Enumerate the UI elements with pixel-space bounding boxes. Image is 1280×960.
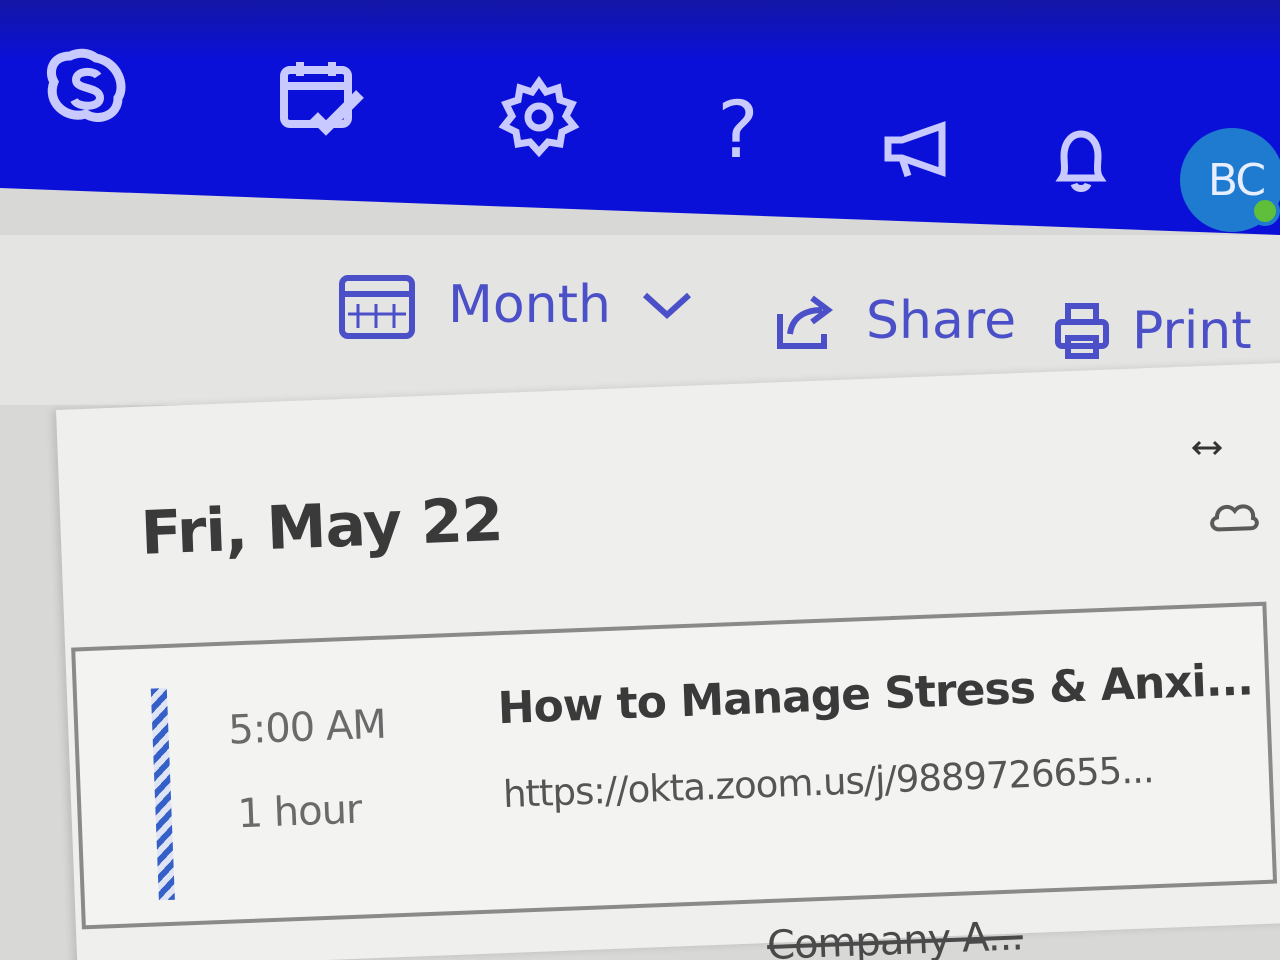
print-label: Print [1132,301,1252,361]
agenda-panel: Fri, May 22 5:00 AM 1 hour How to Manage… [56,362,1280,960]
share-label: Share [866,291,1017,351]
next-event-title[interactable]: Company A... [766,913,1023,960]
cloud-icon[interactable] [1204,494,1261,536]
presence-indicator [1250,196,1280,226]
todo-icon[interactable] [276,56,368,142]
outlook-calendar: ? BC Month Share Print Fri, May 22 5:00 … [0,0,1280,960]
resize-handle-icon[interactable] [1190,436,1224,460]
printer-icon [1055,303,1109,359]
header-shade [0,0,1280,60]
megaphone-icon[interactable] [880,118,954,182]
event-tentative-stripe [150,687,175,901]
event-location: https://okta.zoom.us/j/9889726655... [502,748,1155,817]
skype-icon[interactable] [40,42,132,130]
chevron-down-icon [642,292,692,320]
share-button[interactable]: Share [772,290,1016,352]
help-icon[interactable]: ? [708,86,768,176]
print-button[interactable]: Print [1052,300,1252,362]
view-label: Month [448,275,611,335]
event-time: 5:00 AM [227,701,387,754]
event-title: How to Manage Stress & Anxi... [496,654,1254,735]
bell-icon[interactable] [1052,128,1110,194]
share-icon [777,295,833,349]
calendar-icon [339,275,415,339]
settings-icon[interactable] [498,76,580,158]
next-event-title-text: Company A... [766,913,1024,960]
view-switcher-button[interactable]: Month [336,268,695,342]
event-duration: 1 hour [236,786,363,838]
help-glyph: ? [717,86,759,176]
date-heading: Fri, May 22 [139,484,504,569]
event-card[interactable]: 5:00 AM 1 hour How to Manage Stress & An… [71,601,1278,930]
